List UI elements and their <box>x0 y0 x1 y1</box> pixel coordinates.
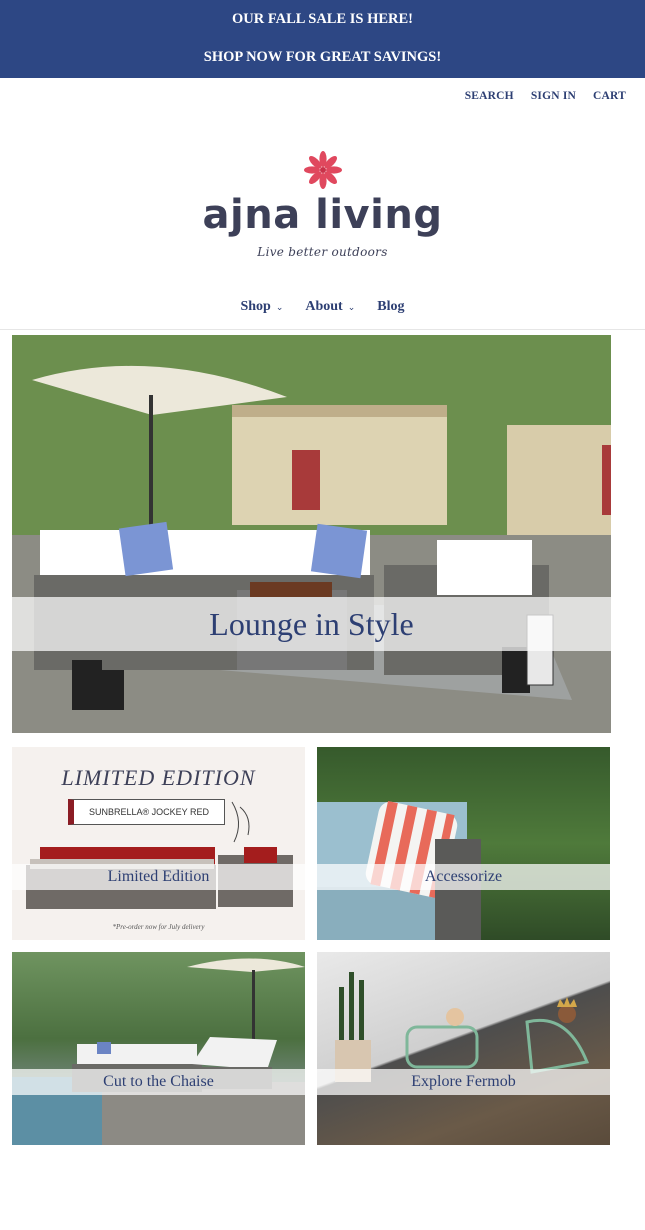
hero-banner[interactable]: Lounge in Style <box>12 335 611 733</box>
tile-fermob[interactable]: Explore Fermob <box>317 952 610 1145</box>
chevron-down-icon: ⌄ <box>275 301 284 312</box>
red-sectional-image <box>26 801 293 909</box>
announcement-bar: OUR FALL SALE IS HERE! SHOP NOW FOR GREA… <box>0 0 645 78</box>
header-divider <box>0 329 645 330</box>
flower-logo-icon <box>304 151 342 189</box>
tile-caption-band: Accessorize <box>317 864 610 890</box>
brand-name[interactable]: ajna living <box>0 192 645 238</box>
fermob-kids-image <box>335 972 590 1082</box>
tile-caption-band: Limited Edition <box>12 864 305 890</box>
announcement-line-2: SHOP NOW FOR GREAT SAVINGS! <box>203 49 442 65</box>
tile-accessorize[interactable]: Accessorize <box>317 747 610 940</box>
hero-caption: Lounge in Style <box>209 605 414 642</box>
chevron-down-icon: ⌄ <box>347 301 356 312</box>
tile-caption-chaise: Cut to the Chaise <box>103 1073 214 1090</box>
chaise-lounge-image <box>12 958 305 1145</box>
pillow-image <box>317 801 481 940</box>
sign-in-link[interactable]: SIGN IN <box>531 90 576 102</box>
nav-item-blog[interactable]: Blog <box>377 299 404 315</box>
patio-scene-image <box>12 335 611 733</box>
hero-caption-band: Lounge in Style <box>12 597 611 651</box>
nav-item-about[interactable]: About ⌄ <box>305 299 355 315</box>
announcement-line-1: OUR FALL SALE IS HERE! <box>231 11 414 27</box>
tile-chaise[interactable]: Cut to the Chaise <box>12 952 305 1145</box>
nav-about-label: About <box>305 299 343 314</box>
cart-link[interactable]: CART <box>593 90 626 102</box>
search-link[interactable]: SEARCH <box>465 90 514 102</box>
tile-caption-fermob: Explore Fermob <box>411 1073 516 1090</box>
tile-caption-band: Explore Fermob <box>317 1069 610 1095</box>
preorder-footnote: *Pre-order now for July delivery <box>112 923 205 931</box>
nav-shop-label: Shop <box>240 299 271 314</box>
nav-item-shop[interactable]: Shop ⌄ <box>240 299 283 315</box>
nav-blog-label: Blog <box>377 299 405 314</box>
tile-caption-accessorize: Accessorize <box>424 868 503 885</box>
tile-limited-edition[interactable]: LIMITED EDITION SUNBRELLA® JOCKEY RED *P… <box>12 747 305 940</box>
main-nav: Shop ⌄ About ⌄ Blog <box>0 299 645 315</box>
brand-tagline: Live better outdoors <box>257 245 388 259</box>
tile-caption-limited-edition: Limited Edition <box>107 868 210 885</box>
utility-nav: SEARCH SIGN IN CART <box>465 90 626 102</box>
tile-caption-band: Cut to the Chaise <box>12 1069 305 1095</box>
